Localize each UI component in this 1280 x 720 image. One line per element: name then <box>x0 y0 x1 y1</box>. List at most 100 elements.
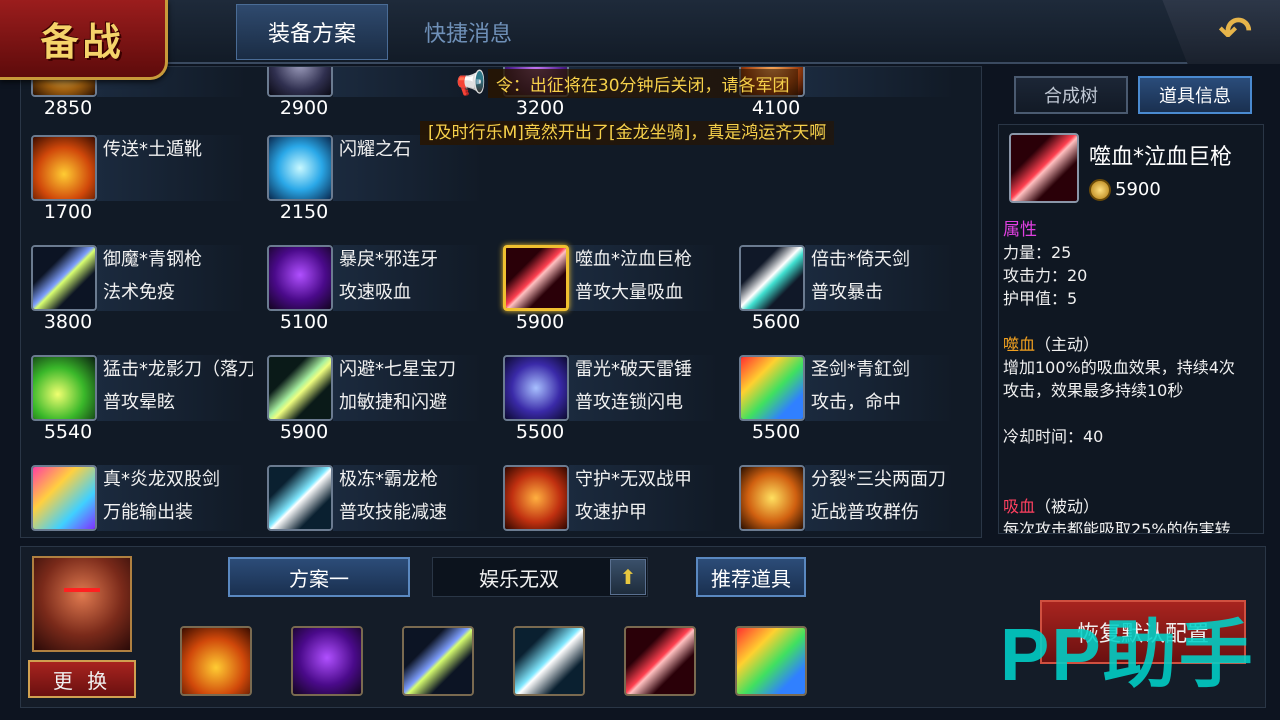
detail-item-name: 噬血*泣血巨枪 <box>1089 145 1233 170</box>
item-price: 5540 <box>43 421 93 443</box>
item-card[interactable]: 分裂*三尖两面刀 近战普攻群伤 <box>729 465 965 537</box>
hero-portrait[interactable] <box>32 556 132 652</box>
item-card[interactable]: 传送*土遁靴 1700 <box>21 135 257 245</box>
announcement-text: 令：出征将在30分钟后关闭，请各军团 <box>487 68 798 98</box>
detail-item-price: 5900 <box>1115 179 1161 200</box>
watermark-logo: PP助手 <box>1000 613 1255 696</box>
item-name: 分裂*三尖两面刀 <box>811 469 946 490</box>
item-name: 闪避*七星宝刀 <box>339 359 456 380</box>
megaphone-icon: 📢 <box>456 69 486 97</box>
item-card[interactable]: 雷光*破天雷锤 普攻连锁闪电 5500 <box>493 355 729 465</box>
item-card[interactable]: 猛击*龙影刀（落刀式 普攻晕眩 5540 <box>21 355 257 465</box>
spear-blue-icon <box>31 245 97 311</box>
item-price: 2150 <box>279 201 329 223</box>
item-name: 噬血*泣血巨枪 <box>575 249 692 270</box>
item-name: 守护*无双战甲 <box>575 469 692 490</box>
boot-icon <box>31 135 97 201</box>
item-desc: 普攻晕眩 <box>103 392 175 413</box>
item-price: 5900 <box>515 311 565 333</box>
item-name: 圣剑*青釭剑 <box>811 359 910 380</box>
tab-equipment-plan[interactable]: 装备方案 <box>236 4 388 60</box>
item-name: 御魔*青钢枪 <box>103 249 202 270</box>
item-desc: 加敏捷和闪避 <box>339 392 447 413</box>
blade-green-icon <box>31 355 97 421</box>
item-name: 猛击*龙影刀（落刀式 <box>103 359 253 380</box>
passive-skill-desc: 每次攻击都能吸取25%的伤害转 <box>1003 520 1231 534</box>
item-card-selected[interactable]: 噬血*泣血巨枪 普攻大量吸血 5900 <box>493 245 729 355</box>
attribute-attack: 攻击力：20 <box>1003 266 1088 285</box>
sword-rainbow-icon <box>739 355 805 421</box>
item-desc: 攻击，命中 <box>811 392 901 413</box>
item-card[interactable]: 圣剑*青釭剑 攻击，命中 5500 <box>729 355 965 465</box>
announcement-player: [及时行乐M]竟然开出了[金龙坐骑]，真是鸿运齐天啊 <box>420 118 835 148</box>
dark-item-icon <box>267 67 333 97</box>
slot-ice-spear-icon[interactable] <box>513 626 585 696</box>
gem-icon <box>267 135 333 201</box>
item-name: 雷光*破天雷锤 <box>575 359 692 380</box>
item-price: 3200 <box>515 97 565 119</box>
announcement-system: 📢 令：出征将在30分钟后关闭，请各军团 <box>456 68 798 98</box>
passive-skill-name: 吸血 <box>1003 497 1036 516</box>
item-desc: 普攻暴击 <box>811 282 883 303</box>
arrow-up-icon[interactable]: ⬆ <box>610 559 646 595</box>
item-desc: 攻速护甲 <box>575 502 647 523</box>
item-price: 3800 <box>43 311 93 333</box>
item-price: 5100 <box>279 311 329 333</box>
item-desc: 普攻连锁闪电 <box>575 392 683 413</box>
hammer-icon <box>503 355 569 421</box>
passive-skill-type: （被动） <box>1035 497 1100 516</box>
item-price: 5500 <box>515 421 565 443</box>
trident-icon <box>739 465 805 531</box>
item-card[interactable]: 极冻*霸龙枪 普攻技能减速 <box>257 465 493 537</box>
item-name: 传送*土遁靴 <box>103 139 202 160</box>
item-desc: 普攻技能减速 <box>339 502 447 523</box>
item-detail-panel: 噬血*泣血巨枪 5900 属性 力量：25 攻击力：20 护甲值：5 噬血（主动… <box>998 124 1264 534</box>
slot-spear-red-icon[interactable] <box>624 626 696 696</box>
item-desc: 法术免疫 <box>103 282 175 303</box>
fang-icon <box>267 245 333 311</box>
item-card[interactable]: 闪耀之石 2150 <box>257 135 493 245</box>
active-skill-heading: 噬血（主动） <box>1003 331 1099 355</box>
dart-icon <box>267 355 333 421</box>
active-skill-type: （主动） <box>1035 335 1100 354</box>
slot-sword-rainbow-icon[interactable] <box>735 626 807 696</box>
item-desc: 近战普攻群伤 <box>811 502 919 523</box>
item-desc: 万能输出装 <box>103 502 193 523</box>
slot-boot-icon[interactable] <box>180 626 252 696</box>
item-price: 5500 <box>751 421 801 443</box>
item-card[interactable]: 倍击*倚天剑 普攻暴击 5600 <box>729 245 965 355</box>
announcement-text: [及时行乐M]竟然开出了[金龙坐骑]，真是鸿运齐天啊 <box>420 121 835 145</box>
undo-arrow-icon: ↶ <box>1218 9 1252 55</box>
passive-skill-heading: 吸血（被动） <box>1003 493 1099 517</box>
ice-spear-icon <box>267 465 333 531</box>
plan-select-button[interactable]: 方案一 <box>228 557 410 597</box>
tab-synthesis-tree[interactable]: 合成树 <box>1014 76 1128 114</box>
page-badge: 备战 <box>0 0 168 80</box>
attribute-strength: 力量：25 <box>1003 243 1072 262</box>
attribute-armor: 护甲值：5 <box>1003 289 1078 308</box>
item-card[interactable]: 闪避*七星宝刀 加敏捷和闪避 5900 <box>257 355 493 465</box>
recommend-items-button[interactable]: 推荐道具 <box>696 557 806 597</box>
replace-hero-button[interactable]: 更 换 <box>28 660 136 698</box>
active-skill-name: 噬血 <box>1003 335 1036 354</box>
item-name: 暴戾*邪连牙 <box>339 249 438 270</box>
sword-white-icon <box>739 245 805 311</box>
cooldown-text: 冷却时间：40 <box>1003 427 1104 446</box>
item-card[interactable]: 守护*无双战甲 攻速护甲 <box>493 465 729 537</box>
item-card[interactable]: 暴戾*邪连牙 攻速吸血 5100 <box>257 245 493 355</box>
slot-fang-icon[interactable] <box>291 626 363 696</box>
active-skill-desc: 增加100%的吸血效果，持续4次 <box>1003 358 1235 377</box>
dual-sword-icon <box>31 465 97 531</box>
item-price: 5900 <box>279 421 329 443</box>
tab-quick-messages[interactable]: 快捷消息 <box>392 4 544 60</box>
slot-spear-blue-icon[interactable] <box>402 626 474 696</box>
spear-red-icon <box>1009 133 1079 203</box>
item-price: 2850 <box>43 97 93 119</box>
tab-item-info[interactable]: 道具信息 <box>1138 76 1252 114</box>
item-name: 极冻*霸龙枪 <box>339 469 438 490</box>
item-card[interactable]: 真*炎龙双股剑 万能输出装 <box>21 465 257 537</box>
item-name: 倍击*倚天剑 <box>811 249 910 270</box>
item-name: 真*炎龙双股剑 <box>103 469 220 490</box>
item-card[interactable]: 御魔*青钢枪 法术免疫 3800 <box>21 245 257 355</box>
page-title: 备战 <box>40 19 125 64</box>
